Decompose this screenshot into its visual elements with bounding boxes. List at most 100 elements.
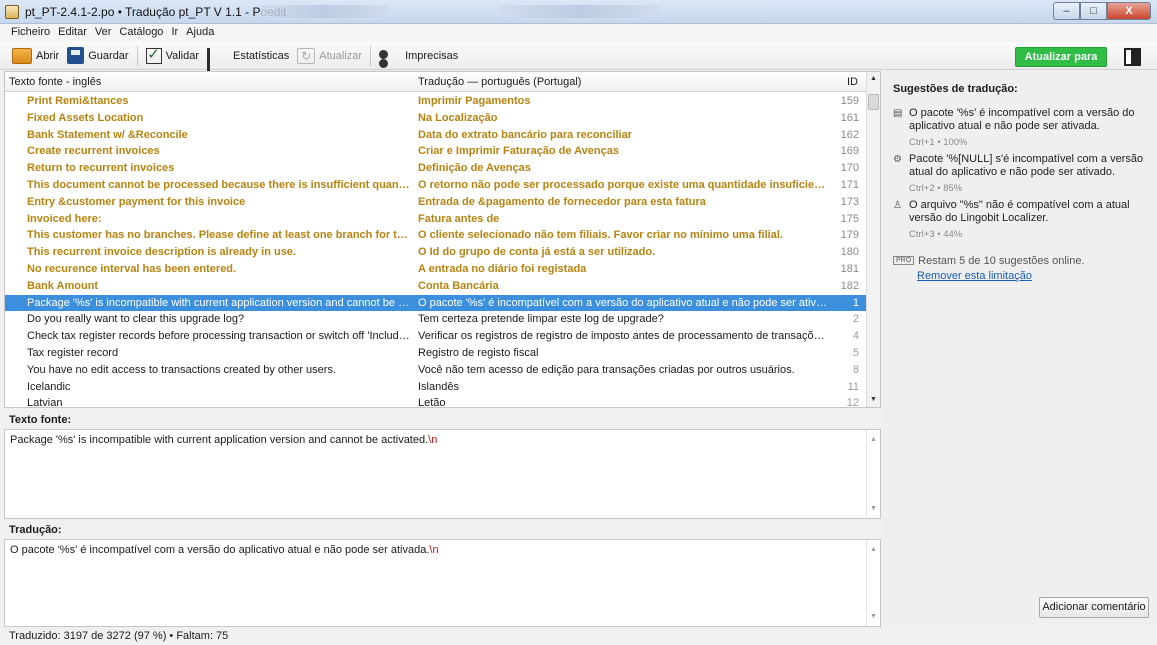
row-translation: Criar e Imprimir Faturação de Avenças	[418, 145, 619, 158]
close-button[interactable]: X	[1107, 2, 1151, 20]
save-button[interactable]: Guardar	[63, 44, 132, 68]
sidebar-toggle-icon[interactable]	[1124, 48, 1141, 66]
row-source: Bank Statement w/ &Reconcile	[27, 128, 188, 141]
table-row[interactable]: Do you really want to clear this upgrade…	[5, 311, 867, 328]
menu-go[interactable]: Ir	[168, 24, 183, 42]
blurred-taskbar-region	[260, 5, 390, 18]
row-id: 159	[840, 95, 859, 107]
row-translation: Verificar os registros de registro de im…	[418, 330, 828, 343]
list-scrollbar[interactable]: ▲ ▼	[866, 72, 880, 407]
table-row[interactable]: Icelandic Islandês 11	[5, 379, 867, 396]
minimize-button[interactable]: –	[1053, 2, 1080, 20]
suggestion-item[interactable]: ♙ O arquivo "%s" não é compatível com a …	[893, 199, 1148, 241]
table-row[interactable]: Return to recurrent invoices Definição de…	[5, 160, 867, 177]
table-row[interactable]: This customer has no branches. Please de…	[5, 227, 867, 244]
row-source: Package '%s' is incompatible with curren…	[27, 296, 413, 309]
table-row[interactable]: This recurrent invoice description is al…	[5, 244, 867, 261]
table-row[interactable]: Latvian Letão 12	[5, 395, 867, 407]
remove-limit-link[interactable]: Remover esta limitação	[917, 270, 1148, 282]
table-row[interactable]: Bank Statement w/ &Reconcile Data do extr…	[5, 127, 867, 144]
row-translation: Fatura antes de	[418, 212, 500, 225]
menu-view[interactable]: Ver	[92, 24, 117, 42]
table-row[interactable]: Print Remi&ttances Imprimir Pagamentos 159	[5, 93, 867, 110]
validate-label: Validar	[165, 49, 200, 62]
column-translation[interactable]: Tradução — português (Portugal)	[418, 76, 581, 88]
row-id: 182	[840, 279, 859, 292]
row-translation: Imprimir Pagamentos	[418, 95, 531, 107]
translation-text-box[interactable]: O pacote '%s' é incompatível com a versã…	[4, 539, 881, 627]
menu-file[interactable]: Ficheiro	[8, 24, 55, 42]
suggestions-sidebar: Sugestões de tradução: ▤ O pacote '%s' é…	[883, 71, 1157, 627]
row-source: Icelandic	[27, 380, 71, 393]
row-translation: Na Localização	[418, 111, 498, 124]
row-translation: Definição de Avenças	[418, 162, 531, 175]
suggestion-text: O pacote '%s' é incompatível com a versã…	[909, 107, 1135, 132]
translation-scrollbar[interactable]: ▲ ▼	[866, 540, 880, 626]
row-id: 175	[840, 212, 859, 225]
suggestion-item[interactable]: ▤ O pacote '%s' é incompatível com a ver…	[893, 107, 1148, 149]
window-controls: – □ X	[1053, 2, 1151, 20]
column-source[interactable]: Texto fonte - inglês	[9, 76, 101, 88]
table-row[interactable]: Tax register record Registro de registo f…	[5, 345, 867, 362]
row-id: 169	[840, 145, 859, 158]
row-source: This recurrent invoice description is al…	[27, 246, 296, 259]
row-translation: Registro de registo fiscal	[418, 346, 539, 359]
fuzzy-button[interactable]: Imprecisas	[375, 44, 462, 68]
menu-help[interactable]: Ajuda	[183, 24, 219, 42]
table-row[interactable]: Invoiced here: Fatura antes de 175	[5, 211, 867, 228]
row-translation: Tem certeza pretende limpar este log de …	[418, 313, 664, 326]
suggestion-text: Pacote '%[NULL] s'é incompatível com a v…	[909, 153, 1144, 178]
open-button[interactable]: Abrir	[8, 44, 63, 68]
row-translation: Você não tem acesso de edição para trans…	[418, 363, 795, 376]
window-title: pt_PT-2.4.1-2.po • Tradução pt_PT V 1.1 …	[25, 5, 287, 19]
menu-catalog[interactable]: Catálogo	[116, 24, 168, 42]
row-source: No recurence interval has been entered.	[27, 262, 237, 275]
row-id: 8	[852, 363, 859, 376]
table-row[interactable]: Create recurrent invoices Criar e Imprimi…	[5, 143, 867, 160]
table-row[interactable]: Entry &customer payment for this invoice…	[5, 194, 867, 211]
statistics-label: Estatísticas	[233, 49, 290, 62]
upgrade-pro-button[interactable]: Atualizar para Pro	[1015, 47, 1107, 81]
column-id[interactable]: ID	[847, 76, 858, 88]
row-id: 11	[847, 380, 859, 393]
status-bar: Traduzido: 3197 de 3272 (97 %) • Faltam:…	[0, 629, 1157, 645]
row-source: Tax register record	[27, 346, 119, 359]
pro-limit-info: PRO Restam 5 de 10 sugestões online. Remo…	[893, 255, 1148, 282]
row-source: Print Remi&ttances	[27, 95, 129, 107]
validate-button[interactable]: ✓ Validar	[142, 44, 203, 68]
folder-icon	[12, 47, 32, 64]
table-row[interactable]: You have no edit access to transactions …	[5, 362, 867, 379]
scroll-down-icon[interactable]: ▼	[867, 393, 880, 407]
row-source: Return to recurrent invoices	[27, 162, 175, 175]
translation-label: Tradução:	[9, 524, 62, 536]
toolbar-separator	[136, 45, 138, 66]
table-row[interactable]: Fixed Assets Location Na Localização 161	[5, 110, 867, 127]
suggestion-item[interactable]: ⚙ Pacote '%[NULL] s'é incompatível com a…	[893, 153, 1148, 195]
row-translation: A entrada no diário foi registada	[418, 262, 587, 275]
row-translation: Islandês	[418, 380, 459, 393]
source-scrollbar[interactable]: ▲ ▼	[866, 430, 880, 518]
table-row[interactable]: Package '%s' is incompatible with curren…	[5, 294, 867, 312]
update-button[interactable]: ↻ Atualizar	[293, 44, 366, 68]
toolbar-separator	[370, 45, 372, 66]
table-row[interactable]: No recurence interval has been entered. A…	[5, 261, 867, 278]
table-row[interactable]: This document cannot be processed becaus…	[5, 177, 867, 194]
row-id: 5	[852, 346, 859, 359]
source-text-box[interactable]: Package '%s' is incompatible with curren…	[4, 429, 881, 519]
row-source: Entry &customer payment for this invoice	[27, 195, 246, 208]
table-row[interactable]: Check tax register records before proces…	[5, 328, 867, 345]
row-id: 4	[852, 330, 859, 343]
source-label: Texto fonte:	[9, 414, 72, 426]
row-source: You have no edit access to transactions …	[27, 363, 336, 376]
maximize-button[interactable]: □	[1080, 2, 1107, 20]
checkmark-icon: ✓	[145, 45, 162, 64]
menu-edit[interactable]: Editar	[55, 24, 92, 42]
pro-badge: PRO	[893, 256, 915, 265]
scroll-thumb[interactable]	[868, 94, 879, 110]
table-row[interactable]: Bank Amount Conta Bancária 182	[5, 278, 867, 295]
row-source: Create recurrent invoices	[27, 145, 160, 158]
add-comment-button[interactable]: Adicionar comentário	[1039, 597, 1149, 618]
list-header: Texto fonte - inglês Tradução — portuguê…	[5, 72, 867, 92]
scroll-up-icon[interactable]: ▲	[867, 72, 880, 86]
statistics-button[interactable]: Estatísticas	[203, 44, 293, 91]
